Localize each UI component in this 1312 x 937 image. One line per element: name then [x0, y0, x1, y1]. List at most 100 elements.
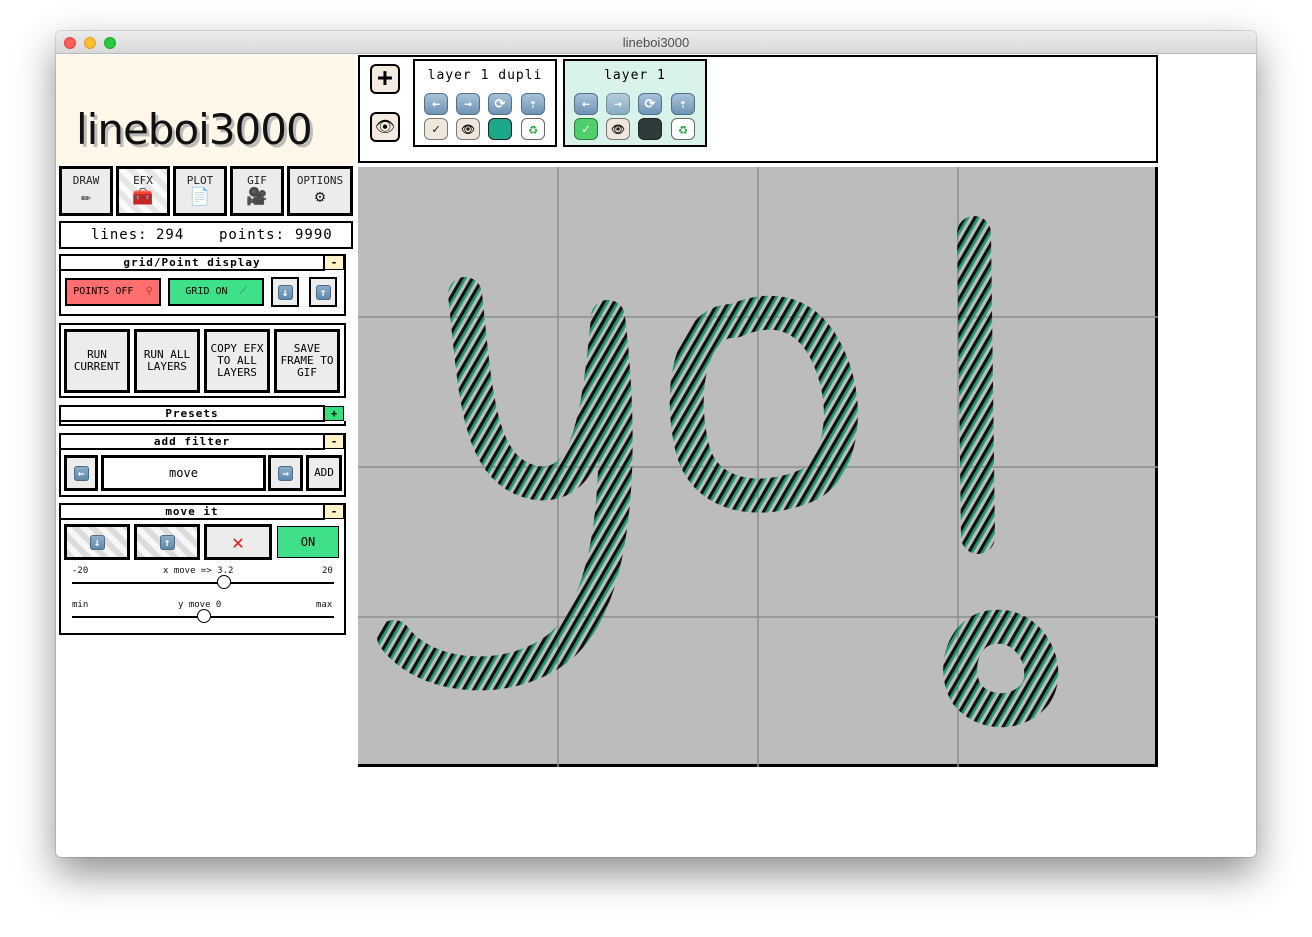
run-all-layers-label: RUN ALL LAYERS — [143, 348, 191, 373]
layer-duplicate-button[interactable]: ⟳ — [488, 93, 512, 115]
filter-on-button[interactable]: ON — [277, 526, 339, 558]
tab-plot[interactable]: PLOT 📄 — [173, 166, 227, 216]
zoom-window-button[interactable] — [104, 37, 116, 49]
close-icon: ✕ — [231, 530, 245, 554]
check-icon: ✓ — [582, 121, 590, 137]
arrow-right-icon: → — [278, 465, 293, 481]
layer-color-swatch[interactable] — [638, 118, 662, 140]
tab-draw[interactable]: DRAW ✏ — [59, 166, 113, 216]
layer-delete-button[interactable]: ♻ — [671, 118, 695, 140]
window-title: lineboi3000 — [622, 35, 690, 50]
repeat-icon: ⟳ — [644, 96, 656, 112]
tab-options[interactable]: OPTIONS ⚙ — [287, 166, 353, 216]
remove-filter-button[interactable]: ✕ — [204, 524, 272, 560]
stats-panel: lines: 294 points: 9990 — [59, 221, 353, 249]
stroke-y-left — [448, 277, 625, 501]
minimize-window-button[interactable] — [84, 37, 96, 49]
copy-efx-button[interactable]: COPY EFX TO ALL LAYERS — [204, 329, 270, 393]
stroke-o — [669, 295, 858, 513]
filter-select-value: move — [169, 466, 198, 480]
arrow-left-icon: ← — [582, 96, 590, 112]
layer-move-right-button[interactable]: → — [606, 93, 630, 115]
close-window-button[interactable] — [64, 37, 76, 49]
add-filter-collapse-button[interactable]: - — [324, 434, 344, 449]
filter-prev-button[interactable]: ← — [64, 455, 98, 491]
layer-select-button[interactable]: ✓ — [574, 118, 598, 140]
recycle-icon: ♻ — [678, 120, 688, 138]
tab-gif[interactable]: GIF 🎥 — [230, 166, 284, 216]
arrow-left-icon: ← — [432, 96, 440, 112]
add-layer-button[interactable]: + — [370, 64, 400, 94]
grid-down-button[interactable]: ↓ — [271, 277, 299, 307]
recycle-icon: ♻ — [528, 120, 538, 138]
drawing-canvas[interactable] — [358, 167, 1158, 767]
layer-merge-button[interactable]: ⇡ — [671, 93, 695, 115]
run-all-layers-button[interactable]: RUN ALL LAYERS — [134, 329, 200, 393]
move-filter-down-button[interactable]: ↓ — [64, 524, 130, 560]
filter-select[interactable]: move — [101, 455, 266, 491]
arrow-down-icon: ↓ — [89, 534, 105, 550]
points-off-label: POINTS OFF — [73, 286, 134, 297]
add-filter-label: ADD — [314, 466, 334, 479]
x-slider-min: -20 — [72, 566, 89, 576]
layer-card-layer-1[interactable]: layer 1 ← → ⟳ ⇡ ✓ 👁 ♻ — [563, 59, 707, 147]
check-icon: ✓ — [432, 121, 440, 137]
layer-color-swatch[interactable] — [488, 118, 512, 140]
x-move-slider-thumb[interactable] — [216, 575, 231, 589]
canvas-drawing — [358, 167, 1158, 767]
y-move-slider-thumb[interactable] — [197, 609, 211, 623]
layer-visibility-button[interactable]: 👁 — [456, 118, 480, 140]
points-off-button[interactable]: POINTS OFF ⚲ — [65, 278, 161, 306]
arrow-up-icon: ↑ — [315, 284, 331, 300]
layer-visibility-button[interactable]: 👁 — [606, 118, 630, 140]
presets-panel — [59, 421, 346, 426]
save-frame-label: SAVE FRAME TO GIF — [280, 342, 334, 379]
gear-icon: ⚙ — [314, 187, 326, 207]
tab-efx-label: EFX — [133, 174, 153, 187]
y-slider-min: min — [72, 600, 89, 610]
add-filter-title: add filter — [59, 433, 325, 450]
merge-icon: ⇡ — [529, 96, 537, 112]
x-move-slider-track[interactable] — [72, 582, 334, 584]
arrow-down-icon: ↓ — [277, 284, 293, 300]
grid-point-collapse-button[interactable]: - — [324, 255, 344, 270]
repeat-icon: ⟳ — [494, 96, 506, 112]
layer-select-button[interactable]: ✓ — [424, 118, 448, 140]
tab-plot-label: PLOT — [186, 174, 214, 187]
toggle-all-visibility-button[interactable]: 👁 — [370, 112, 400, 142]
presets-expand-button[interactable]: + — [324, 406, 344, 421]
run-current-button[interactable]: RUN CURRENT — [64, 329, 130, 393]
layer-delete-button[interactable]: ♻ — [521, 118, 545, 140]
tab-draw-label: DRAW — [72, 174, 100, 187]
layer-card-dupli[interactable]: layer 1 dupli ← → ⟳ ⇡ ✓ 👁 ♻ — [413, 59, 557, 147]
move-filter-up-button[interactable]: ↑ — [134, 524, 200, 560]
run-current-label: RUN CURRENT — [73, 348, 121, 373]
movie-camera-icon: 🎥 — [246, 187, 268, 207]
layer-duplicate-button[interactable]: ⟳ — [638, 93, 662, 115]
title-bar: lineboi3000 — [56, 31, 1256, 54]
x-slider-max: 20 — [322, 566, 333, 576]
merge-icon: ⇡ — [679, 96, 687, 112]
add-filter-button[interactable]: ADD — [306, 455, 342, 491]
arrow-left-icon: ← — [73, 465, 89, 481]
grid-up-button[interactable]: ↑ — [309, 277, 337, 307]
toolbox-icon: 🧰 — [132, 187, 154, 207]
logo-panel: lineboi3000 — [56, 55, 355, 165]
filter-next-button[interactable]: → — [268, 455, 303, 491]
points-label: points: — [219, 227, 286, 243]
stroke-y-tail — [377, 300, 633, 691]
grid-on-button[interactable]: GRID ON ⟋ — [168, 278, 264, 306]
save-frame-button[interactable]: SAVE FRAME TO GIF — [274, 329, 340, 393]
move-it-collapse-button[interactable]: - — [324, 504, 344, 519]
points-count: 9990 — [295, 227, 333, 243]
layer-move-left-button[interactable]: ← — [574, 93, 598, 115]
tab-efx[interactable]: EFX 🧰 — [116, 166, 170, 216]
y-slider-label: y move 0 — [178, 600, 222, 610]
layer-move-right-button[interactable]: → — [456, 93, 480, 115]
layer-move-left-button[interactable]: ← — [424, 93, 448, 115]
eye-icon: 👁 — [461, 122, 475, 136]
arrow-up-icon: ↑ — [159, 534, 175, 550]
ruler-icon: ⟋ — [239, 286, 247, 297]
tab-options-label: OPTIONS — [296, 174, 344, 187]
layer-merge-button[interactable]: ⇡ — [521, 93, 545, 115]
